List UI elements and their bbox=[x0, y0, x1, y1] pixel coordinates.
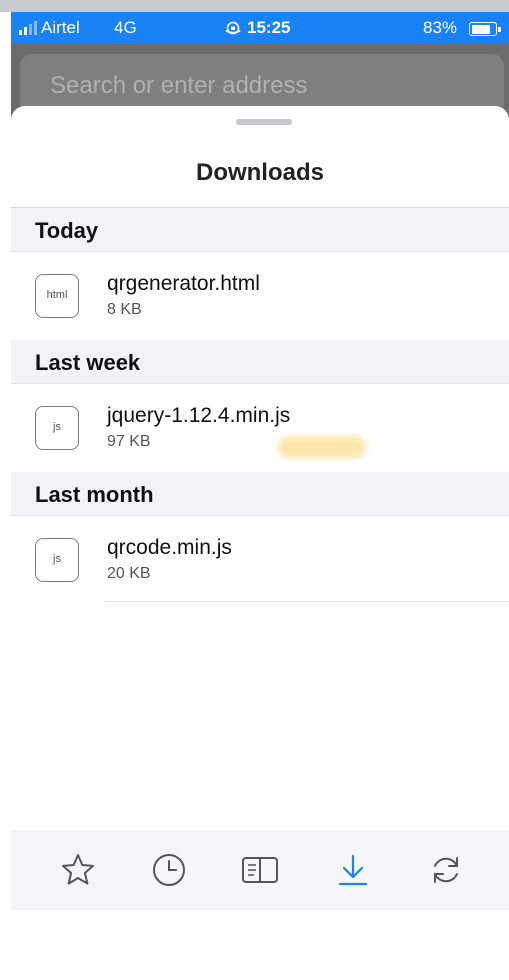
sheet-grabber-handle[interactable] bbox=[236, 119, 292, 125]
downloads-tab-button[interactable] bbox=[333, 850, 373, 890]
status-time: 15:25 bbox=[223, 18, 290, 38]
carrier-name: Airtel bbox=[41, 18, 80, 37]
js-file-icon: js bbox=[35, 406, 79, 450]
download-item[interactable]: js jquery-1.12.4.min.js 97 KB bbox=[11, 384, 509, 472]
status-time-text: 15:25 bbox=[247, 18, 291, 37]
battery-fill bbox=[471, 24, 490, 34]
sheet-title: Downloads bbox=[195, 159, 324, 186]
file-name: qrcode.min.js bbox=[107, 536, 232, 559]
download-item[interactable]: html qrgenerator.html 8 KB bbox=[11, 252, 509, 340]
download-item[interactable]: js qrcode.min.js 20 KB bbox=[11, 516, 509, 604]
downloads-sheet: Downloads Today html qrgenerator.html 8 … bbox=[11, 106, 509, 980]
section-header-today: Today bbox=[11, 208, 509, 252]
bookmarks-button[interactable] bbox=[58, 850, 98, 890]
file-name: jquery-1.12.4.min.js bbox=[107, 404, 291, 427]
file-name: qrgenerator.html bbox=[107, 272, 260, 295]
js-file-icon: js bbox=[35, 538, 79, 582]
clock-icon bbox=[153, 854, 185, 886]
history-button[interactable] bbox=[149, 850, 189, 890]
sync-button[interactable] bbox=[426, 850, 466, 890]
network-type: 4G bbox=[114, 18, 137, 37]
screen-rotation-lock-icon bbox=[225, 21, 241, 35]
battery-icon bbox=[469, 22, 501, 36]
top-strip bbox=[0, 0, 509, 12]
reading-list-button[interactable] bbox=[240, 850, 280, 890]
file-size: 20 KB bbox=[107, 565, 151, 582]
file-size: 8 KB bbox=[107, 301, 142, 318]
home-indicator-area bbox=[11, 910, 509, 980]
library-toolbar bbox=[11, 830, 509, 910]
star-icon bbox=[62, 854, 94, 885]
file-size: 97 KB bbox=[107, 433, 151, 450]
status-bar: Airtel 4G 15:25 83% bbox=[11, 12, 509, 44]
sync-icon bbox=[434, 857, 458, 883]
battery-percent: 83% bbox=[423, 18, 458, 37]
highlighter-mark bbox=[278, 436, 366, 458]
section-header-last-week: Last week bbox=[11, 340, 509, 384]
book-icon bbox=[242, 857, 278, 883]
html-file-icon: html bbox=[35, 274, 79, 318]
download-icon bbox=[338, 854, 368, 886]
divider bbox=[105, 601, 509, 602]
address-bar-placeholder: Search or enter address bbox=[50, 72, 308, 99]
section-header-last-month: Last month bbox=[11, 472, 509, 516]
